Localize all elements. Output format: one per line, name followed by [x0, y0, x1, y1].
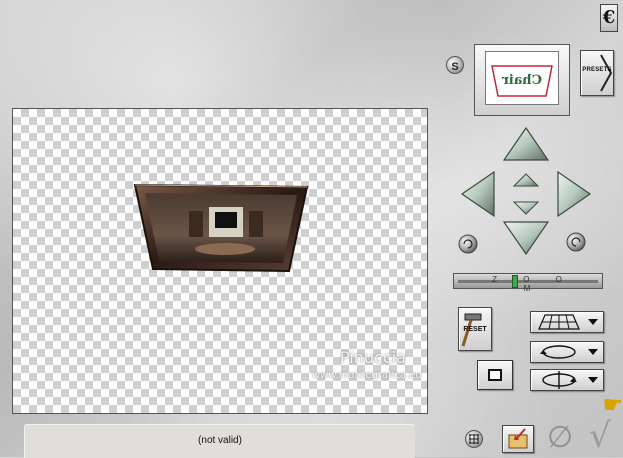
watermark-name: Pinuccia: [340, 348, 406, 367]
open-folder-icon: [508, 428, 528, 449]
rotation-mode-dropdown[interactable]: [530, 341, 604, 363]
spin-axis-icon: [542, 371, 577, 389]
presets-button[interactable]: PRESETS: [580, 50, 614, 96]
preview-canvas[interactable]: [12, 108, 428, 414]
chevron-down-icon: [588, 319, 598, 325]
status-bar: (not valid): [24, 424, 415, 458]
zoom-slider[interactable]: Z O O M: [453, 273, 603, 293]
zoom-label: Z O O M: [492, 275, 574, 293]
reset-button[interactable]: RESET: [458, 307, 492, 351]
s-button-label: S: [451, 61, 459, 73]
preset-thumbnail[interactable]: Chair: [474, 44, 570, 116]
arrow-up-button[interactable]: [502, 126, 550, 161]
app-logo-icon: €: [602, 7, 616, 28]
rotate-right-button[interactable]: [566, 232, 586, 252]
center-down-button[interactable]: [512, 201, 540, 215]
reset-button-label: RESET: [463, 326, 487, 333]
presets-arrow-icon: [600, 54, 613, 92]
rotate-ellipse-icon: [540, 345, 576, 359]
view-mode-button[interactable]: [477, 360, 513, 390]
grid-toggle-button[interactable]: [465, 430, 483, 448]
app-logo-button[interactable]: €: [600, 4, 618, 32]
spin-mode-dropdown[interactable]: [530, 369, 604, 391]
zoom-thumb[interactable]: [512, 275, 519, 288]
cancel-icon[interactable]: ∅: [547, 422, 573, 454]
s-button[interactable]: S: [446, 56, 464, 74]
checkmark-icon[interactable]: √: [585, 418, 615, 454]
grid-icon: [469, 434, 479, 444]
rotate-left-button[interactable]: [458, 234, 478, 254]
chevron-down-icon: [588, 349, 598, 355]
perspective-grid-icon: [538, 314, 580, 330]
status-text: (not valid): [198, 435, 242, 446]
frame-icon: [488, 369, 502, 381]
open-file-button[interactable]: [502, 425, 534, 453]
perspective-image: [133, 183, 309, 273]
grid-mode-dropdown[interactable]: [530, 311, 604, 333]
thumbnail-text: Chair: [502, 73, 542, 88]
arrow-right-button[interactable]: [557, 170, 592, 218]
direction-pad: [458, 126, 592, 256]
presets-button-label: PRESETS: [582, 67, 612, 73]
center-up-button[interactable]: [512, 173, 540, 187]
arrow-down-button[interactable]: [502, 221, 550, 256]
watermark-url: www.matitegrafica.eu: [312, 370, 422, 381]
preset-thumbnail-image: Chair: [485, 51, 559, 105]
help-hand-icon[interactable]: ☛: [603, 392, 623, 418]
chevron-down-icon: [588, 377, 598, 383]
arrow-left-button[interactable]: [460, 170, 495, 218]
